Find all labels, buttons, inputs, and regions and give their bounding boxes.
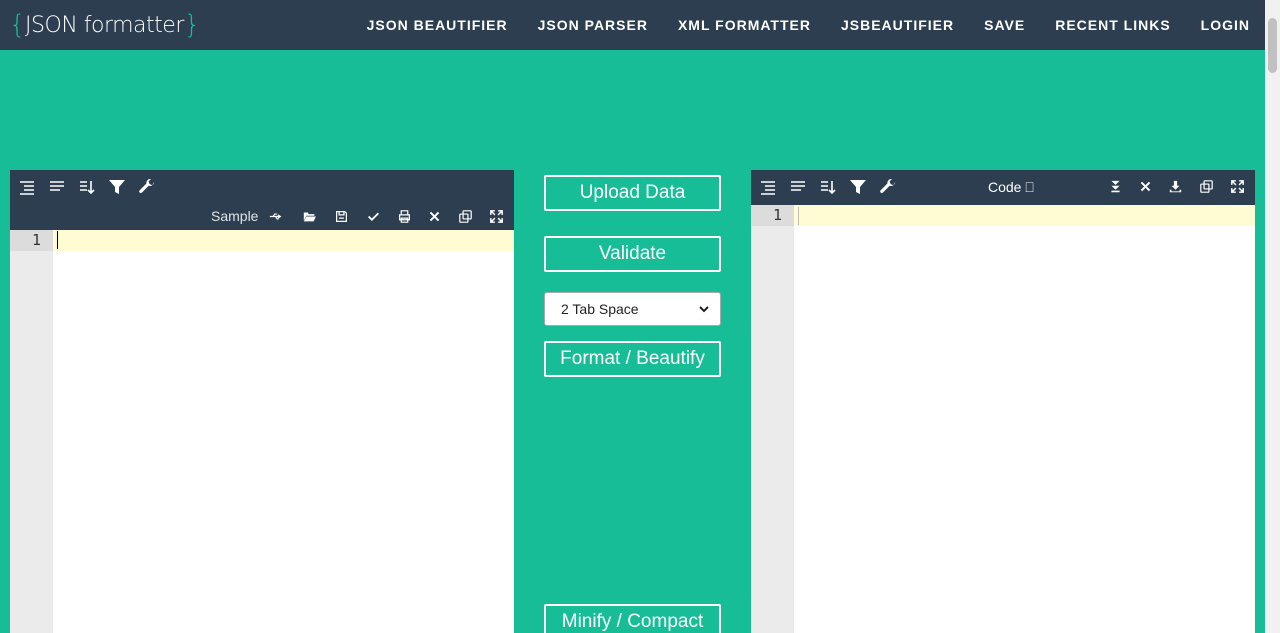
collapse-all-icon[interactable] (1107, 178, 1123, 194)
active-line[interactable] (53, 230, 514, 251)
compact-icon[interactable] (47, 177, 67, 197)
open-folder-icon[interactable] (301, 208, 317, 224)
line-number: 1 (31, 231, 41, 249)
minify-compact-button[interactable]: Minify / Compact (544, 604, 721, 633)
format-icon[interactable] (758, 177, 778, 197)
format-icon[interactable] (17, 177, 37, 197)
validate-button[interactable]: Validate (544, 236, 721, 272)
check-icon[interactable] (365, 208, 381, 224)
filter-icon[interactable] (848, 177, 868, 197)
fullscreen-icon[interactable] (488, 208, 504, 224)
download-icon[interactable] (1167, 178, 1183, 194)
copy-icon[interactable] (1198, 178, 1214, 194)
nav-recent-links[interactable]: RECENT LINKS (1055, 17, 1170, 33)
top-navbar: { JSON formatter } JSON BEAUTIFIER JSON … (0, 0, 1265, 50)
page-scrollbar[interactable] (1265, 0, 1280, 633)
filter-icon[interactable] (107, 177, 127, 197)
upload-data-button[interactable]: Upload Data (544, 175, 721, 211)
input-editor[interactable]: Sample 1 (10, 170, 514, 633)
repair-wrench-icon[interactable] (878, 177, 898, 197)
repair-wrench-icon[interactable] (137, 177, 157, 197)
logo-open-brace: { (9, 10, 26, 40)
text-cursor (57, 231, 58, 249)
nav-login[interactable]: LOGIN (1201, 17, 1250, 33)
copy-icon[interactable] (457, 208, 473, 224)
nav-xml-formatter[interactable]: XML FORMATTER (678, 17, 811, 33)
view-mode-dropdown[interactable]: Code ⎕ (988, 179, 1034, 196)
fullscreen-icon[interactable] (1229, 178, 1245, 194)
sample-link[interactable]: Sample (211, 208, 258, 224)
active-line[interactable] (794, 205, 1255, 226)
format-beautify-button[interactable]: Format / Beautify (544, 341, 721, 377)
line-gutter (751, 205, 794, 633)
text-cursor (798, 207, 799, 225)
scrollbar-thumb[interactable] (1268, 18, 1277, 73)
close-icon[interactable] (1137, 178, 1153, 194)
save-icon[interactable] (333, 208, 349, 224)
logo-text: JSON formatter (25, 12, 184, 38)
site-logo[interactable]: { JSON formatter } (9, 9, 200, 41)
chevron-down-icon (699, 306, 709, 313)
line-gutter (10, 230, 53, 633)
nav-save[interactable]: SAVE (984, 17, 1025, 33)
indent-select-value: 2 Tab Space (561, 301, 639, 317)
close-icon[interactable] (426, 208, 442, 224)
nav-links: JSON BEAUTIFIER JSON PARSER XML FORMATTE… (367, 0, 1250, 50)
nav-json-beautifier[interactable]: JSON BEAUTIFIER (367, 17, 508, 33)
logo-close-brace: } (183, 10, 201, 40)
compact-icon[interactable] (788, 177, 808, 197)
sort-icon[interactable] (77, 177, 97, 197)
sort-icon[interactable] (818, 177, 838, 197)
nav-json-parser[interactable]: JSON PARSER (538, 17, 648, 33)
indent-select[interactable]: 2 Tab Space (544, 292, 721, 326)
input-editor-toolbar: Sample (10, 170, 514, 230)
nav-jsbeautifier[interactable]: JSBEAUTIFIER (841, 17, 954, 33)
line-number: 1 (772, 206, 782, 224)
usb-icon[interactable] (267, 208, 283, 224)
output-editor-toolbar: Code ⎕ (751, 170, 1255, 205)
output-editor[interactable]: Code ⎕ 1 (751, 170, 1255, 633)
print-icon[interactable] (396, 208, 412, 224)
